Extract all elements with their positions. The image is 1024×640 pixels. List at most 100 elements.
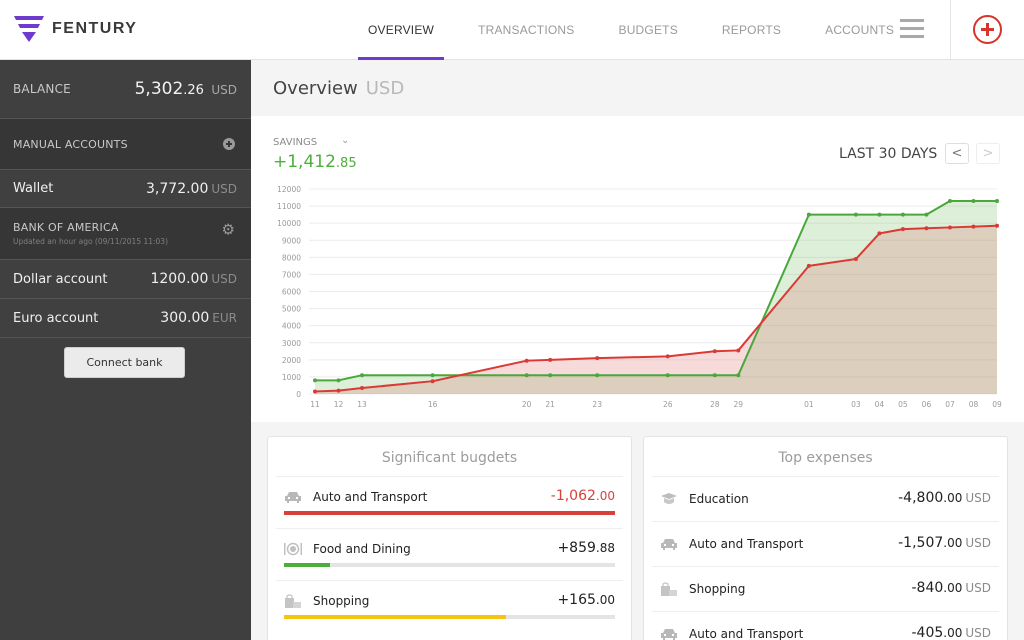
account-name: Wallet — [13, 181, 54, 196]
account-row-euro[interactable]: Euro account 300.00 EUR — [0, 299, 251, 338]
manual-accounts-header: MANUAL ACCOUNTS — [0, 119, 251, 170]
shopping-bag-icon — [284, 594, 302, 608]
budget-progress-bar — [284, 615, 615, 619]
nav-overview[interactable]: OVERVIEW — [346, 0, 456, 60]
data-point-income — [900, 212, 905, 217]
card-title: Significant bugdets — [276, 437, 623, 477]
savings-chart: 0 1000 2000 3000 4000 5000 6000 7000 8000 9000 100… — [277, 185, 1002, 409]
balance-dec: .26 — [183, 83, 204, 98]
budget-row[interactable]: Auto and Transport -1,062.00 — [276, 477, 623, 529]
y-tick-label: 7000 — [282, 270, 301, 279]
add-transaction-plus-icon[interactable] — [973, 15, 1002, 44]
logo[interactable]: FENTURY — [14, 16, 137, 42]
amount-dec: .00 — [943, 491, 963, 505]
bank-header: BANK OF AMERICA Updated an hour ago (09/… — [0, 208, 251, 260]
data-point-income — [360, 373, 365, 378]
nav-reports[interactable]: REPORTS — [700, 0, 803, 60]
amount-currency: USD — [965, 581, 991, 595]
budget-progress-fill — [284, 615, 506, 619]
budget-name: Food and Dining — [313, 542, 411, 556]
expense-name: Auto and Transport — [689, 537, 804, 551]
gear-icon[interactable]: ⚙ — [222, 222, 235, 238]
balance-label: BALANCE — [13, 82, 71, 96]
y-tick-label: 5000 — [282, 305, 301, 314]
data-point-income — [336, 378, 341, 383]
y-tick-label: 0 — [296, 390, 301, 399]
expense-name: Shopping — [689, 582, 746, 596]
amount-int: -840 — [911, 580, 944, 596]
expense-name: Education — [689, 492, 749, 506]
expense-row[interactable]: Auto and Transport -1,507.00 USD — [652, 522, 999, 567]
x-tick-label: 08 — [969, 400, 979, 409]
sidebar: BALANCE 5,302.26 USD MANUAL ACCOUNTS Wal… — [0, 60, 251, 640]
x-tick-label: 11 — [310, 400, 320, 409]
y-tick-label: 11000 — [277, 202, 301, 211]
expense-row[interactable]: Shopping -840.00 USD — [652, 567, 999, 612]
expense-amount: -840.00 USD — [911, 580, 991, 596]
nav-transactions[interactable]: TRANSACTIONS — [456, 0, 596, 60]
data-point-income — [430, 373, 435, 378]
card-title: Top expenses — [652, 437, 999, 477]
data-point-expenses — [877, 231, 882, 236]
fentury-logo-icon — [14, 16, 44, 42]
data-point-expenses — [524, 358, 529, 363]
amount-dec: .00 — [943, 581, 963, 595]
amount-currency: USD — [965, 626, 991, 640]
data-point-expenses — [430, 379, 435, 384]
y-tick-label: 9000 — [282, 236, 301, 245]
expense-row[interactable]: Education -4,800.00 USD — [652, 477, 999, 522]
y-tick-label: 6000 — [282, 288, 301, 297]
x-tick-label: 20 — [522, 400, 532, 409]
account-name: Euro account — [13, 310, 99, 326]
amount-int: -1,507 — [898, 535, 944, 551]
x-tick-label: 01 — [804, 400, 814, 409]
amount-dec: .88 — [595, 541, 615, 555]
expense-amount: -405.00 USD — [911, 625, 991, 640]
data-point-income — [595, 373, 600, 378]
account-amount: 1200.00 USD — [150, 271, 237, 287]
data-point-income — [877, 212, 882, 217]
bank-name: BANK OF AMERICA — [13, 221, 119, 234]
budget-row[interactable]: Shopping +165.00 — [276, 581, 623, 633]
page-title: Overview USD — [273, 78, 404, 99]
data-point-income — [924, 212, 929, 217]
amount-currency: USD — [965, 536, 991, 550]
connect-bank-button[interactable]: Connect bank — [64, 347, 185, 378]
balance-int: 5,302 — [134, 79, 184, 99]
data-point-expenses — [924, 226, 929, 231]
amount-value: 1200.00 — [150, 271, 209, 287]
x-tick-label: 03 — [851, 400, 861, 409]
y-tick-label: 1000 — [282, 373, 301, 382]
account-row-dollar[interactable]: Dollar account 1200.00 USD — [0, 260, 251, 299]
data-point-expenses — [947, 225, 952, 230]
expense-amount: -4,800.00 USD — [898, 490, 991, 506]
expense-row[interactable]: Auto and Transport -405.00 USD — [652, 612, 999, 640]
top-bar: FENTURY OVERVIEW TRANSACTIONS BUDGETS RE… — [0, 0, 1024, 60]
page-title-text: Overview — [273, 78, 358, 99]
balance-currency: USD — [211, 83, 237, 97]
nav-budgets[interactable]: BUDGETS — [596, 0, 699, 60]
graduation-cap-icon — [660, 492, 678, 506]
y-tick-label: 10000 — [277, 219, 301, 228]
y-tick-label: 8000 — [282, 253, 301, 262]
amount-dec: .00 — [943, 626, 963, 640]
data-point-expenses — [712, 349, 717, 354]
amount-value: 3,772.00 — [146, 180, 209, 197]
page-currency: USD — [365, 78, 405, 99]
amount-currency: USD — [211, 181, 237, 196]
add-account-plus-icon[interactable] — [223, 138, 235, 150]
shopping-bag-icon — [660, 582, 678, 596]
budget-row[interactable]: Food and Dining +859.88 — [276, 529, 623, 581]
data-point-expenses — [360, 386, 365, 391]
amount-int: -1,062 — [550, 488, 596, 504]
budget-amount: +859.88 — [557, 540, 615, 556]
x-tick-label: 16 — [428, 400, 438, 409]
y-tick-label: 12000 — [277, 185, 301, 194]
main-nav: OVERVIEW TRANSACTIONS BUDGETS REPORTS AC… — [346, 0, 916, 60]
amount-int: -405 — [911, 625, 944, 640]
amount-dec: .00 — [595, 489, 615, 503]
account-row-wallet[interactable]: Wallet 3,772.00 USD — [0, 170, 251, 208]
data-point-income — [313, 378, 317, 383]
amount-currency: USD — [211, 272, 237, 286]
hamburger-icon[interactable] — [900, 19, 924, 39]
